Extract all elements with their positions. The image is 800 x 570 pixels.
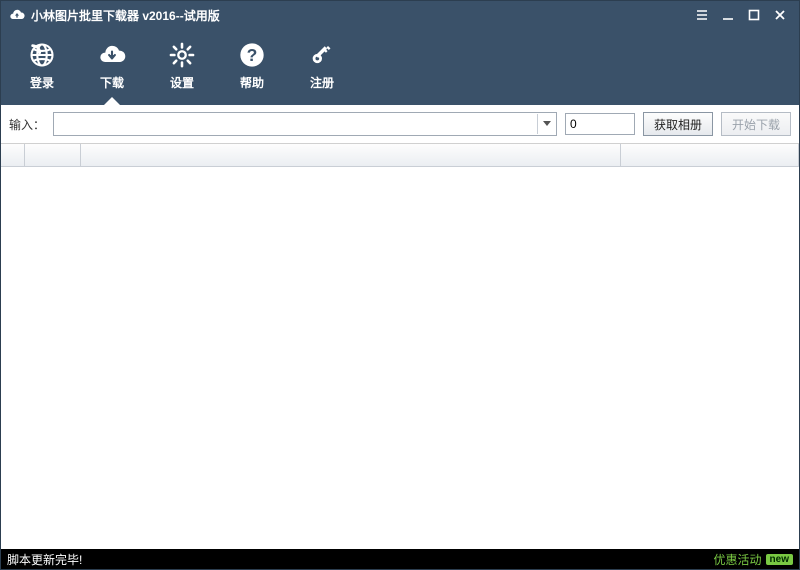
url-combo[interactable] <box>53 112 557 136</box>
window-title: 小林图片批里下载器 v2016--试用版 <box>31 7 220 24</box>
input-label: 输入： <box>9 116 45 133</box>
count-input[interactable] <box>565 113 635 135</box>
help-icon: ? <box>237 40 267 70</box>
cloud-download-icon <box>97 40 127 70</box>
get-album-button[interactable]: 获取相册 <box>643 112 713 136</box>
toolbar-help[interactable]: ? 帮助 <box>217 33 287 97</box>
key-icon <box>307 40 337 70</box>
toolbar-register-label: 注册 <box>310 74 334 91</box>
input-row: 输入： 获取相册 开始下载 <box>1 105 799 144</box>
toolbar-login-label: 登录 <box>30 74 54 91</box>
table-col-3[interactable] <box>621 144 799 166</box>
titlebar: 小林图片批里下载器 v2016--试用版 <box>1 1 799 29</box>
table-header <box>1 144 799 167</box>
svg-text:?: ? <box>247 44 258 64</box>
globe-icon <box>27 40 57 70</box>
app-icon <box>9 7 25 23</box>
toolbar-help-label: 帮助 <box>240 74 264 91</box>
promo-link[interactable]: 优惠活动 <box>714 551 762 568</box>
status-message: 脚本更新完毕! <box>7 551 82 568</box>
toolbar-register[interactable]: 注册 <box>287 33 357 97</box>
menu-button[interactable] <box>689 1 715 29</box>
chevron-down-icon <box>543 121 551 127</box>
toolbar-settings[interactable]: 设置 <box>147 33 217 97</box>
statusbar: 脚本更新完毕! 优惠活动 new <box>1 549 799 569</box>
table-col-0[interactable] <box>1 144 25 166</box>
close-button[interactable] <box>767 1 793 29</box>
toolbar-download-label: 下载 <box>100 74 124 91</box>
toolbar-download[interactable]: 下载 <box>77 33 147 97</box>
table-col-2[interactable] <box>81 144 621 166</box>
toolbar-login[interactable]: 登录 <box>7 33 77 97</box>
combo-dropdown-arrow[interactable] <box>537 114 556 134</box>
table-col-1[interactable] <box>25 144 81 166</box>
minimize-button[interactable] <box>715 1 741 29</box>
app-window: 小林图片批里下载器 v2016--试用版 登录 下载 <box>0 0 800 570</box>
maximize-button[interactable] <box>741 1 767 29</box>
gear-icon <box>167 40 197 70</box>
url-input[interactable] <box>54 114 537 134</box>
main-toolbar: 登录 下载 设置 ? 帮助 注册 <box>1 29 799 105</box>
new-badge[interactable]: new <box>766 554 793 565</box>
toolbar-settings-label: 设置 <box>170 74 194 91</box>
table-body <box>1 167 799 549</box>
start-download-button[interactable]: 开始下载 <box>721 112 791 136</box>
